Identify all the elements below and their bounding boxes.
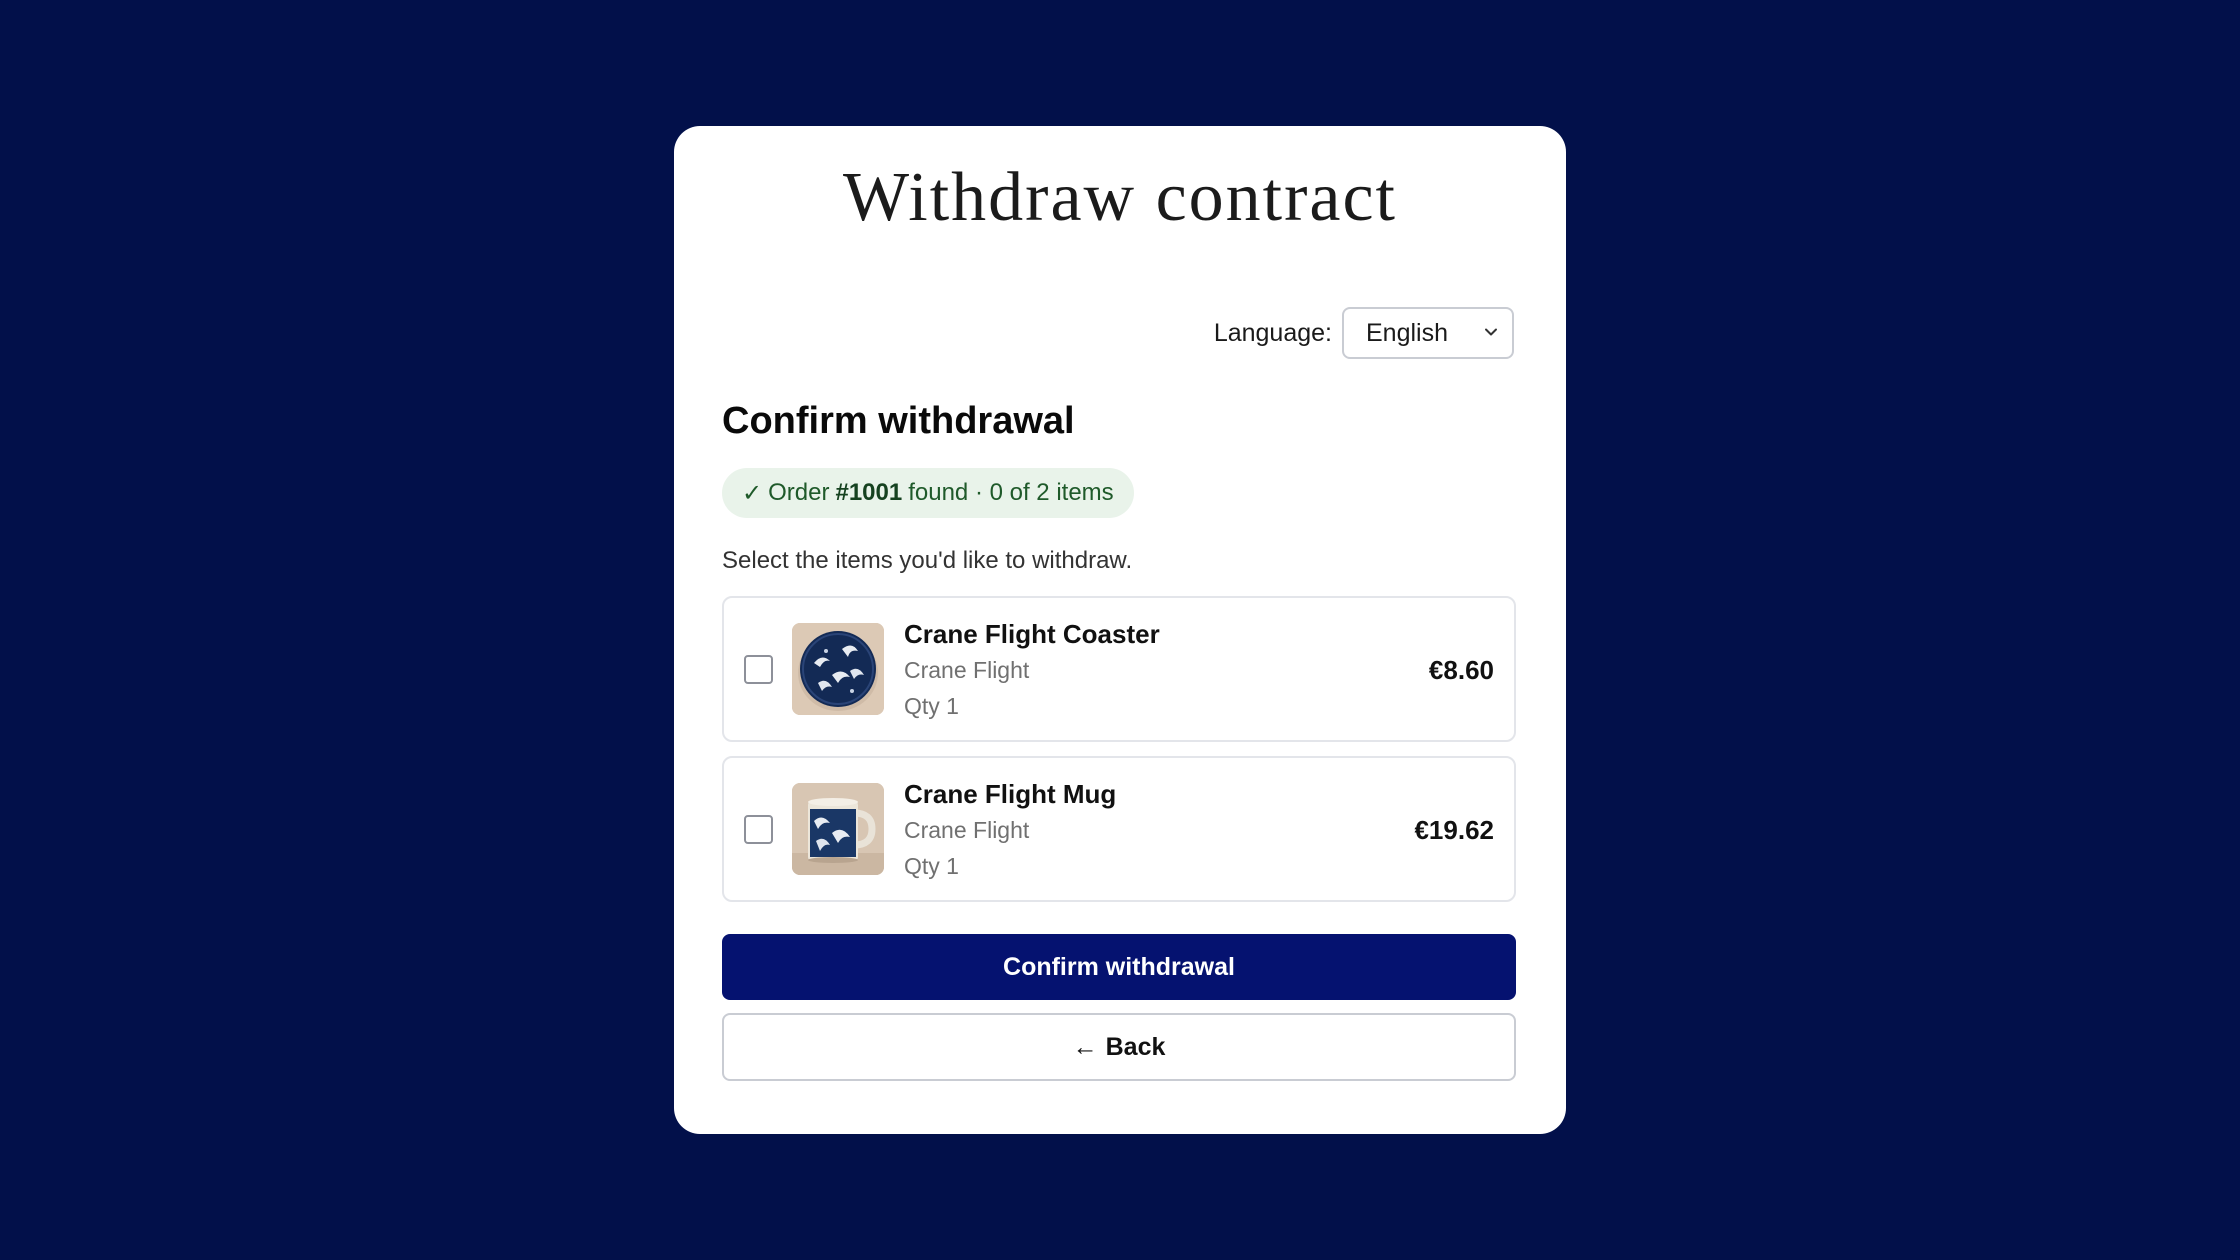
withdraw-card: Withdraw contract Language: English Conf… bbox=[674, 126, 1566, 1134]
item-price: €8.60 bbox=[1428, 655, 1494, 685]
list-item[interactable]: Crane Flight Coaster Crane Flight Qty 1 … bbox=[722, 596, 1516, 742]
confirm-withdrawal-button[interactable]: Confirm withdrawal bbox=[722, 934, 1516, 1000]
order-found-badge: ✓ Order #1001 found · 0 of 2 items bbox=[722, 468, 1134, 518]
back-button-label: Back bbox=[1105, 1032, 1166, 1061]
item-price: €19.62 bbox=[1414, 815, 1494, 845]
badge-prefix: Order bbox=[768, 479, 830, 506]
item-name: Crane Flight Coaster bbox=[904, 619, 1160, 649]
back-button[interactable]: ← Back bbox=[722, 1013, 1516, 1081]
language-label: Language: bbox=[1213, 318, 1332, 347]
arrow-left-icon: ← bbox=[1072, 1032, 1098, 1061]
item-checkbox[interactable] bbox=[744, 815, 773, 844]
mug-image bbox=[792, 783, 884, 875]
list-item[interactable]: Crane Flight Mug Crane Flight Qty 1 €19.… bbox=[722, 756, 1516, 902]
language-selected-value: English bbox=[1366, 318, 1448, 347]
page-title: Withdraw contract bbox=[842, 159, 1397, 236]
item-checkbox[interactable] bbox=[744, 655, 773, 684]
item-qty: Qty 1 bbox=[904, 693, 959, 719]
badge-suffix: found · 0 of 2 items bbox=[908, 479, 1114, 506]
language-selector-row: Language: English bbox=[1214, 306, 1514, 360]
order-number: #1001 bbox=[835, 479, 903, 506]
item-qty: Qty 1 bbox=[904, 853, 959, 879]
chevron-down-icon bbox=[1485, 328, 1497, 336]
item-variant: Crane Flight bbox=[904, 817, 1030, 843]
section-title: Confirm withdrawal bbox=[722, 400, 1075, 442]
product-image-coaster bbox=[792, 623, 884, 715]
language-select[interactable]: English bbox=[1342, 307, 1514, 359]
check-icon: ✓ bbox=[742, 479, 763, 507]
product-image-mug bbox=[792, 783, 884, 875]
item-name: Crane Flight Mug bbox=[904, 779, 1117, 809]
item-variant: Crane Flight bbox=[904, 657, 1030, 683]
coaster-image bbox=[792, 623, 884, 715]
instructions-text: Select the items you'd like to withdraw. bbox=[722, 547, 1133, 574]
